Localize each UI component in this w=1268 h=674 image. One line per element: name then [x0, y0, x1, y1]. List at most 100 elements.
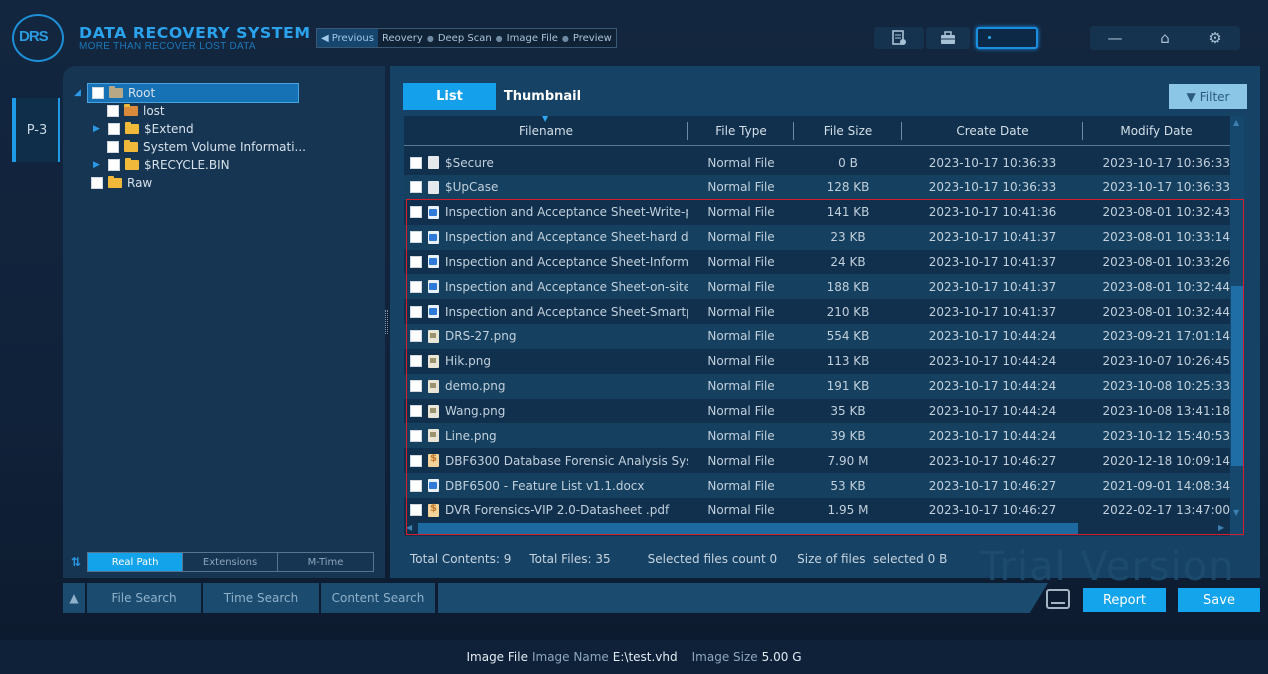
- create-date-cell: 2023-10-17 10:41:37: [928, 254, 1057, 269]
- file-size-cell: 39 KB: [830, 428, 866, 443]
- sort-order-icon[interactable]: ⇅: [71, 555, 81, 569]
- row-checkbox[interactable]: [410, 355, 422, 368]
- previous-button[interactable]: ◀ Previous: [317, 29, 378, 47]
- column-file-size[interactable]: File Size: [794, 116, 902, 145]
- table-row[interactable]: Wang.png Normal File 35 KB 2023-10-17 10:44…: [404, 399, 1230, 424]
- doc-file-icon: [428, 305, 439, 319]
- doc-file-icon: [428, 230, 439, 244]
- row-checkbox[interactable]: [410, 429, 422, 442]
- tab-list[interactable]: List: [403, 83, 496, 110]
- table-row[interactable]: Inspection and Acceptance Sheet-hard di.…: [404, 224, 1230, 250]
- row-checkbox[interactable]: [410, 156, 422, 169]
- tree-checkbox[interactable]: [91, 177, 103, 189]
- expand-arrow-icon[interactable]: ▶: [93, 124, 103, 134]
- create-date-cell: 2023-10-17 10:44:24: [928, 428, 1057, 443]
- save-button[interactable]: Save: [1178, 588, 1260, 612]
- tree-checkbox[interactable]: [108, 159, 120, 171]
- collapse-search-button[interactable]: ▲: [63, 583, 85, 613]
- sort-m-time[interactable]: M-Time: [278, 553, 373, 571]
- table-row[interactable]: Inspection and Acceptance Sheet-Write-p.…: [404, 200, 1230, 225]
- panel-splitter[interactable]: [385, 310, 388, 334]
- row-checkbox[interactable]: [410, 380, 422, 393]
- table-row[interactable]: Inspection and Acceptance Sheet-Inform..…: [404, 249, 1230, 274]
- folder-icon: [124, 140, 138, 152]
- img-file-icon: [428, 354, 439, 368]
- time-search-tab[interactable]: Time Search: [203, 583, 319, 613]
- tree-checkbox[interactable]: [107, 141, 119, 153]
- expand-arrow-icon[interactable]: ◢: [74, 88, 84, 98]
- file-search-tab[interactable]: File Search: [87, 583, 201, 613]
- expand-arrow-icon[interactable]: ▶: [93, 160, 103, 170]
- table-row[interactable]: DBF6500 - Feature List v1.1.docx Normal F…: [404, 473, 1230, 499]
- vertical-scroll-thumb[interactable]: [1231, 286, 1243, 466]
- modify-date-cell: 2023-10-08 13:41:18: [1102, 404, 1230, 418]
- tree-node-recycle-bin[interactable]: ▶ $RECYCLE.BIN: [93, 156, 230, 174]
- report-list-button[interactable]: [874, 27, 924, 49]
- minimize-button[interactable]: —: [1090, 26, 1140, 50]
- tree-checkbox[interactable]: [92, 87, 104, 99]
- table-row[interactable]: demo.png Normal File 191 KB 2023-10-17 10:4…: [404, 373, 1230, 399]
- tab-thumbnail[interactable]: Thumbnail: [496, 83, 589, 110]
- table-row[interactable]: DVR Forensics-VIP 2.0-Datasheet .pdf Norm…: [404, 498, 1230, 523]
- tree-node-extend[interactable]: ▶ $Extend: [93, 120, 194, 138]
- table-row[interactable]: $UpCase Normal File 128 KB 2023-10-17 10:36…: [404, 174, 1230, 200]
- filename: Inspection and Acceptance Sheet-on-site …: [445, 279, 688, 294]
- sort-real-path[interactable]: Real Path: [88, 553, 184, 571]
- inbox-icon[interactable]: [1046, 589, 1070, 609]
- minimize-icon: —: [1107, 29, 1123, 47]
- report-button[interactable]: Report: [1083, 588, 1166, 612]
- table-row[interactable]: $Secure Normal File 0 B 2023-10-17 10:36:33…: [404, 150, 1230, 175]
- column-label: Filename: [518, 123, 574, 138]
- vertical-scrollbar[interactable]: ▲ ▼: [1230, 116, 1244, 536]
- row-checkbox[interactable]: [410, 454, 422, 467]
- scroll-down-icon[interactable]: ▼: [1233, 508, 1239, 517]
- scroll-right-icon[interactable]: ▶: [1218, 523, 1224, 532]
- file-type-cell: Normal File: [707, 155, 775, 170]
- row-checkbox[interactable]: [410, 504, 422, 517]
- column-filename[interactable]: ▼ Filename: [404, 116, 688, 145]
- create-date-cell: 2023-10-17 10:36:33: [928, 155, 1057, 170]
- create-date-cell: 2023-10-17 10:46:27: [928, 478, 1057, 493]
- table-row[interactable]: DRS-27.png Normal File 554 KB 2023-10-17 10…: [404, 323, 1230, 349]
- row-checkbox[interactable]: [410, 280, 422, 293]
- row-checkbox[interactable]: [410, 255, 422, 268]
- tree-checkbox[interactable]: [107, 105, 119, 117]
- column-modify-date[interactable]: Modify Date: [1083, 116, 1230, 145]
- file-type-cell: Normal File: [707, 254, 775, 269]
- filename: DVR Forensics-VIP 2.0-Datasheet .pdf: [445, 503, 670, 518]
- modify-date-cell: 2023-08-01 10:32:44: [1102, 279, 1230, 294]
- table-row[interactable]: Inspection and Acceptance Sheet-on-site …: [404, 274, 1230, 300]
- file-size-cell: 7.90 M: [827, 453, 869, 468]
- table-row[interactable]: Hik.png Normal File 113 KB 2023-10-17 10:44…: [404, 349, 1230, 374]
- column-file-type[interactable]: File Type: [688, 116, 794, 145]
- tree-node-raw[interactable]: Raw: [91, 174, 152, 192]
- row-checkbox[interactable]: [410, 181, 422, 194]
- table-row[interactable]: Line.png Normal File 39 KB 2023-10-17 10:44…: [404, 423, 1230, 449]
- content-search-tab[interactable]: Content Search: [321, 583, 435, 613]
- row-checkbox[interactable]: [410, 305, 422, 318]
- table-row[interactable]: Inspection and Acceptance Sheet-Smartp..…: [404, 299, 1230, 324]
- horizontal-scroll-thumb[interactable]: [418, 523, 1078, 535]
- tree-node-system-volume[interactable]: System Volume Informati...: [107, 138, 306, 156]
- tree-node-root[interactable]: ◢ Root: [74, 83, 299, 103]
- row-checkbox[interactable]: [410, 405, 422, 417]
- home-button[interactable]: ⌂: [1140, 26, 1190, 50]
- scroll-left-icon[interactable]: ◀: [406, 523, 412, 532]
- table-row[interactable]: DBF6300 Database Forensic Analysis Syste…: [404, 448, 1230, 473]
- row-checkbox[interactable]: [410, 231, 422, 244]
- horizontal-scrollbar[interactable]: ◀ ▶: [404, 522, 1230, 536]
- file-size-cell: 188 KB: [826, 279, 870, 294]
- view-tabs: List Thumbnail: [403, 83, 589, 110]
- sort-extensions[interactable]: Extensions: [183, 553, 279, 571]
- partition-tab[interactable]: P-3: [12, 98, 60, 162]
- tree-node-lost[interactable]: lost: [107, 102, 165, 120]
- row-checkbox[interactable]: [410, 479, 422, 492]
- row-checkbox[interactable]: [410, 330, 422, 343]
- filter-button[interactable]: ▼ Filter: [1169, 84, 1247, 109]
- column-create-date[interactable]: Create Date: [902, 116, 1083, 145]
- toolbox-button[interactable]: [926, 27, 970, 49]
- settings-button[interactable]: ⚙: [1190, 26, 1240, 50]
- tree-checkbox[interactable]: [108, 123, 120, 135]
- row-checkbox[interactable]: [410, 206, 422, 219]
- scroll-up-icon[interactable]: ▲: [1233, 118, 1239, 127]
